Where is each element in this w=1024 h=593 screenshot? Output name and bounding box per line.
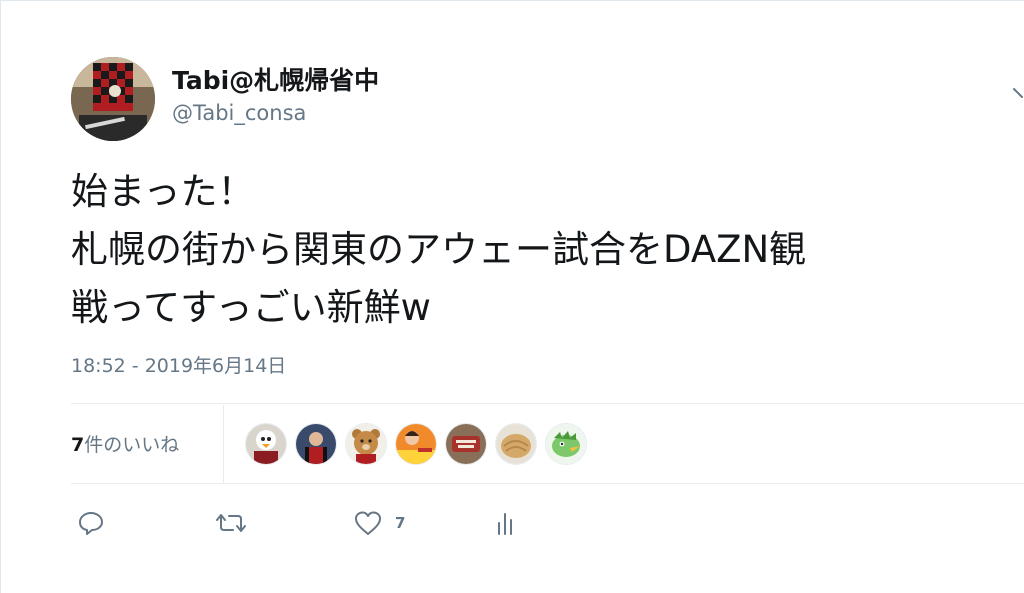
like-count: 7 xyxy=(395,514,406,532)
analytics-icon xyxy=(498,513,512,535)
liker-avatar-7[interactable] xyxy=(545,423,587,465)
liker-avatar-6[interactable] xyxy=(495,423,537,465)
like-button[interactable]: 7 xyxy=(353,507,405,539)
tweet-text: 始まった！ 札幌の街から関東のアウェー試合をDAZN観 戦ってすっごい新鮮w xyxy=(71,163,1021,337)
likes-count-number: 7 xyxy=(71,434,85,456)
heart-icon xyxy=(355,511,381,535)
divider xyxy=(223,405,224,483)
divider xyxy=(71,483,1024,484)
liker-avatar-5[interactable] xyxy=(445,423,487,465)
liker-avatar-3[interactable] xyxy=(345,423,387,465)
tweet-text-line: 始まった！ xyxy=(71,170,255,213)
retweet-icon xyxy=(216,514,246,532)
liker-avatar-2[interactable] xyxy=(295,423,337,465)
tweet-timestamp[interactable]: 18:52 - 2019年6月14日 xyxy=(71,351,286,378)
tweet-card: Tabi@札幌帰省中 @Tabi_consa 始まった！ 札幌の街から関東のアウ… xyxy=(0,0,1024,593)
likes-count[interactable]: 7件のいいね xyxy=(71,430,179,457)
chevron-down-icon[interactable] xyxy=(1012,87,1024,105)
divider xyxy=(71,403,1024,404)
tweet-text-line: 札幌の街から関東のアウェー試合をDAZN観 xyxy=(71,228,807,271)
user-avatar[interactable] xyxy=(71,57,155,141)
tweet-actions: 7 xyxy=(71,501,1024,545)
display-name[interactable]: Tabi@札幌帰省中 xyxy=(172,61,379,97)
user-handle[interactable]: @Tabi_consa xyxy=(172,101,306,125)
reply-button[interactable] xyxy=(77,507,105,539)
tweet-text-line: 戦ってすっごい新鮮w xyxy=(71,286,431,329)
liker-avatar-1[interactable] xyxy=(245,423,287,465)
analytics-button[interactable] xyxy=(495,507,519,539)
retweet-button[interactable] xyxy=(215,507,247,539)
reply-icon xyxy=(79,512,103,535)
likes-row: 7件のいいね xyxy=(71,405,1024,483)
likes-count-label: 件のいいね xyxy=(84,434,180,456)
liker-avatar-4[interactable] xyxy=(395,423,437,465)
